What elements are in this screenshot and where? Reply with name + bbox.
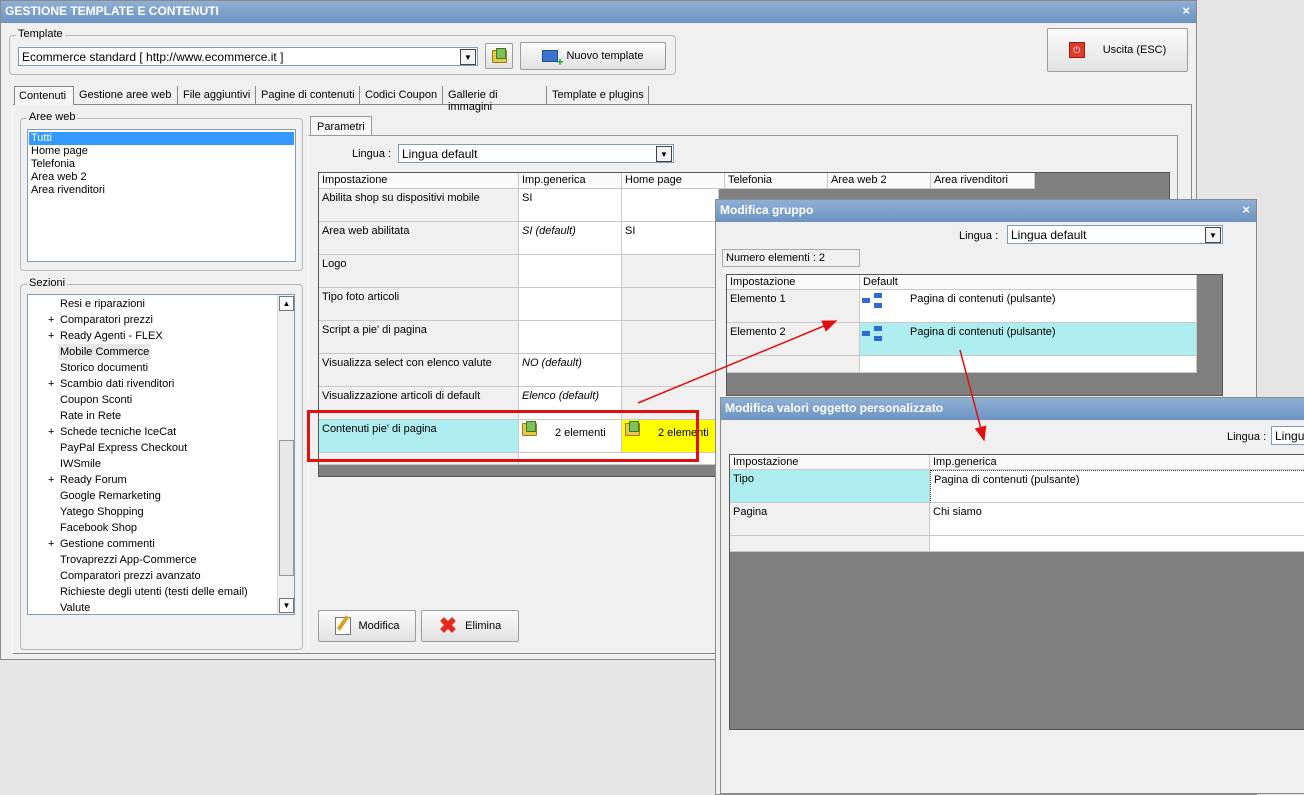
annotation-arrows xyxy=(637,320,987,442)
arrow-to-modifica-valori xyxy=(959,349,987,442)
arrow-to-modifica-gruppo xyxy=(637,320,838,404)
